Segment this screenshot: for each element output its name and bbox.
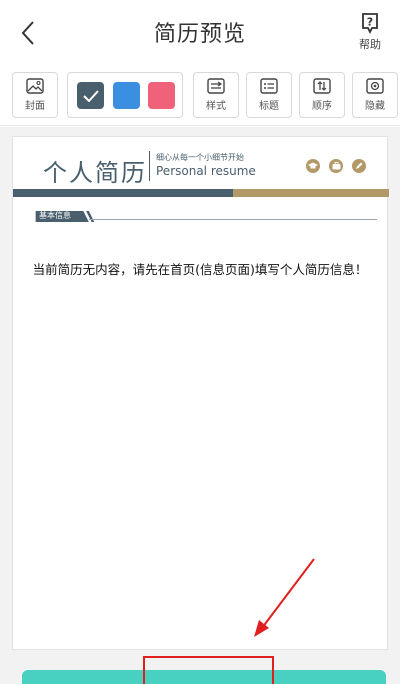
resume-subtitle: Personal resume	[156, 164, 256, 178]
editor-toolbar: 封面 样式 标题 顺序 隐藏	[0, 66, 400, 126]
order-label: 顺序	[312, 101, 332, 112]
resume-preview-card: 个人简历 细心从每一个小细节开始 Personal resume 基本信息 当前…	[12, 136, 389, 650]
pencil-icon	[352, 159, 366, 173]
empty-resume-message: 当前简历无内容，请先在首页(信息页面)填写个人简历信息！	[32, 262, 368, 277]
help-button[interactable]: ? 帮助	[354, 12, 386, 54]
eye-off-icon	[366, 78, 384, 94]
help-label: 帮助	[359, 38, 381, 51]
question-bubble-icon: ?	[362, 13, 378, 34]
checkmark-icon	[82, 89, 99, 102]
resume-slogan: 细心从每一个小细节开始	[156, 153, 244, 162]
annotation-highlight-box	[143, 656, 274, 684]
cover-button[interactable]: 封面	[12, 72, 58, 118]
cover-label: 封面	[25, 101, 45, 112]
briefcase-icon	[329, 159, 343, 173]
style-label: 样式	[206, 101, 226, 112]
swatch-blue[interactable]	[113, 82, 140, 109]
resume-title: 个人简历	[43, 159, 147, 187]
color-picker	[67, 72, 183, 118]
header-band-gold	[233, 189, 389, 197]
swatch-pink[interactable]	[148, 82, 175, 109]
swatch-slate[interactable]	[77, 82, 104, 109]
graduation-cap-icon	[306, 159, 320, 173]
section-label: 基本信息	[39, 211, 71, 220]
page-title: 简历预览	[153, 22, 246, 47]
style-button[interactable]: 样式	[193, 72, 239, 118]
hide-button[interactable]: 隐藏	[352, 72, 398, 118]
list-icon	[260, 78, 278, 94]
order-button[interactable]: 顺序	[299, 72, 345, 118]
style-icon	[207, 78, 225, 94]
svg-text:?: ?	[367, 16, 373, 29]
title-divider	[149, 151, 150, 181]
image-icon	[26, 78, 44, 94]
sort-icon	[313, 78, 331, 94]
heading-label: 标题	[259, 101, 279, 112]
heading-button[interactable]: 标题	[246, 72, 292, 118]
hide-label: 隐藏	[365, 101, 385, 112]
header-bar: 简历预览 ? 帮助	[0, 0, 400, 66]
header-band-slate	[13, 189, 239, 197]
section-underline	[89, 219, 377, 220]
